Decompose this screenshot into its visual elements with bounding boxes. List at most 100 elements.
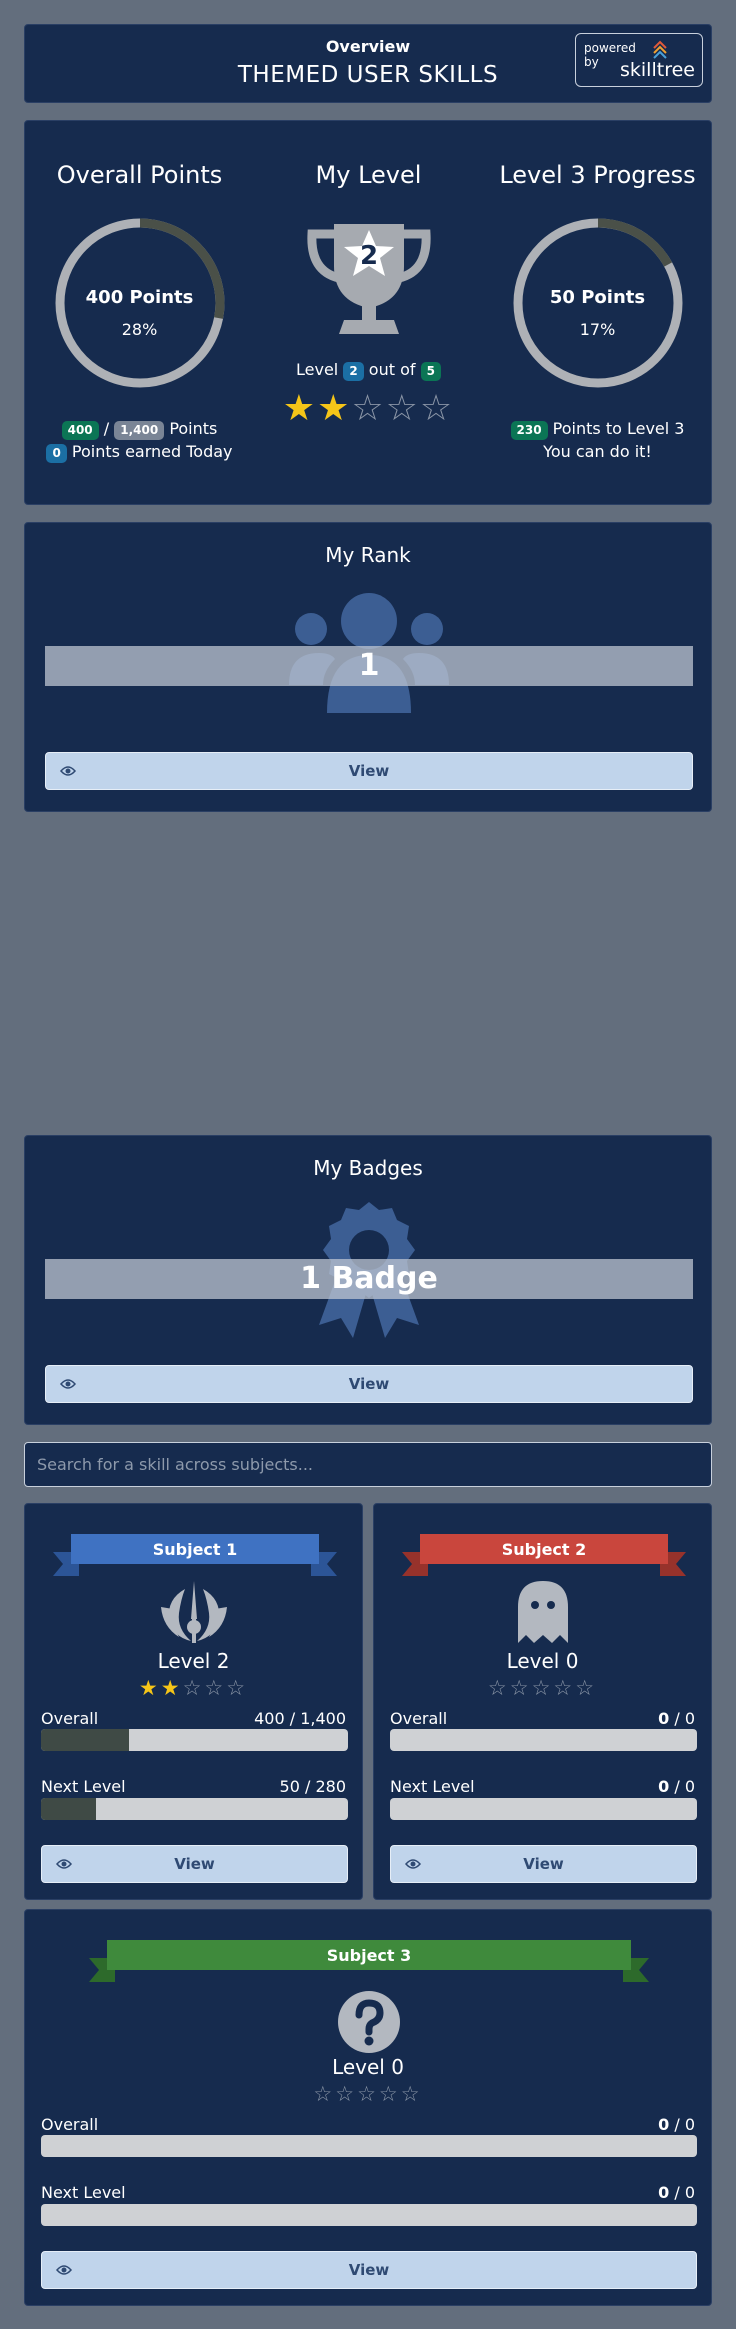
today-badge: 0 [46,444,67,463]
next-level-label: Next Level [390,1777,475,1796]
skilltree-brand: skilltree [620,59,695,81]
rank-strip: 1 [45,646,693,686]
view-subject-label: View [523,1855,564,1873]
skill-search-input[interactable] [24,1442,712,1487]
next-level-progress-bar [41,2204,697,2226]
overall-progress-fill [41,1729,129,1751]
subject-level: Level 0 [332,2055,404,2079]
level-progress-percent: 17% [579,320,616,339]
level-progress-value: 50 Points [549,287,646,308]
next-level-progress-fill [41,1798,97,1820]
view-badges-label: View [348,1375,390,1393]
points-today: 0 Points earned Today [25,442,254,463]
view-badges-button[interactable]: View [45,1365,693,1403]
header-card: Overview THEMED USER SKILLS powered by s… [24,24,712,103]
eye-icon [60,1379,76,1389]
eye-icon [56,2265,72,2275]
total-badge: 1,400 [114,421,165,440]
today-text: Points earned Today [71,442,233,461]
eye-icon [405,1859,421,1869]
star-empty-icon: ☆ [335,2082,358,2106]
badge-strip: 1 Badge [45,1259,693,1299]
overall-value: 400 / 1,400 [254,1709,346,1728]
overall-progress-bar [390,1729,697,1751]
view-subject-button[interactable]: View [41,1845,348,1883]
overall-value-total: / 0 [669,1709,695,1728]
subject-level: Level 2 [157,1649,230,1673]
subject-stars: ☆☆☆☆☆ [374,1676,711,1700]
star-filled-icon: ★ [317,388,352,429]
star-empty-icon: ☆ [487,1676,510,1700]
eye-icon [60,766,76,776]
remaining-text: Points to Level 3 [552,419,685,438]
powered-by-badge[interactable]: powered by skilltree [575,33,703,87]
star-empty-icon: ☆ [182,1676,205,1700]
subject-name: Subject 2 [502,1540,587,1559]
overall-points-summary: 400 / 1,400 Points [25,419,254,440]
encouragement-text: You can do it! [543,442,652,461]
view-rank-label: View [348,762,390,780]
view-subject-label: View [348,2261,390,2279]
next-value-total: / 0 [669,2183,695,2202]
view-subject-button[interactable]: View [390,1845,697,1883]
overall-points-percent: 28% [121,320,158,339]
star-filled-icon: ★ [282,388,318,429]
points-separator: / [103,419,110,438]
remaining-badge: 230 [510,421,548,440]
badge-count: 1 Badge [300,1261,438,1296]
star-empty-icon: ☆ [226,1676,249,1700]
star-empty-icon: ☆ [531,1676,554,1700]
next-level-value: 0 / 0 [658,2183,695,2202]
next-level-value: 0 / 0 [658,1777,695,1796]
subject-card-1[interactable]: Subject 1 Level 2 ★★☆☆☆ Overall 400 / 1,… [24,1503,363,1900]
overall-progress-bar [41,1729,348,1751]
star-empty-icon: ☆ [575,1676,598,1700]
next-level-progress-bar [390,1798,697,1820]
star-empty-icon: ☆ [313,2082,336,2106]
overall-label: Overall [390,1709,448,1728]
next-level-progress-bar [41,1798,348,1820]
points-to-next-level: 230 Points to Level 3 [483,419,712,440]
question-icon [338,1991,400,2053]
star-empty-icon: ☆ [204,1676,227,1700]
max-level-badge: 5 [420,362,441,381]
overall-points-panel: Overall Points 400 Points 28% 400 / 1,40… [25,121,254,504]
level-progress-title: Level 3 Progress [499,161,696,189]
next-level-label: Next Level [41,1777,126,1796]
view-subject-button[interactable]: View [41,2251,697,2289]
next-value-earned: 0 [658,1777,670,1796]
my-badges-title: My Badges [313,1156,423,1180]
level-summary: Level 2 out of 5 [254,360,483,381]
subject-card-2[interactable]: Subject 2 Level 0 ☆☆☆☆☆ Overall 0 / 0 Ne… [373,1503,712,1900]
summary-card: Overall Points 400 Points 28% 400 / 1,40… [24,120,712,505]
subject-stars: ☆☆☆☆☆ [25,2082,711,2106]
overall-progress-bar [41,2135,697,2157]
overall-points-value: 400 Points [85,287,194,308]
star-empty-icon: ☆ [385,388,420,429]
star-empty-icon: ☆ [509,1676,532,1700]
level-stars: ★★☆☆☆ [254,389,483,429]
star-empty-icon: ☆ [378,2082,401,2106]
my-rank-title: My Rank [325,543,411,567]
star-filled-icon: ★ [138,1676,161,1700]
level-badge: 2 [343,362,364,381]
view-rank-button[interactable]: View [45,752,693,790]
star-empty-icon: ☆ [419,388,455,429]
subject-level: Level 0 [506,1649,579,1673]
rank-value: 1 [358,648,380,683]
jedi-icon [161,1581,227,1643]
overall-value-earned: 0 [658,1709,670,1728]
subject-ribbon: Subject 1 [53,1534,337,1576]
overall-value: 0 / 0 [658,1709,695,1728]
overall-label: Overall [41,2115,99,2134]
subject-ribbon: Subject 2 [402,1534,686,1576]
overall-points-title: Overall Points [56,161,223,189]
my-level-panel: My Level 2 Level 2 out of 5 ★★☆☆☆ [254,121,483,504]
my-rank-card[interactable]: My Rank 1 View [24,522,712,812]
ghost-icon [518,1581,568,1643]
star-empty-icon: ☆ [553,1676,576,1700]
overall-label: Overall [41,1709,99,1728]
my-badges-card[interactable]: My Badges 1 Badge View [24,1135,712,1425]
subject-card-3[interactable]: Subject 3 Level 0 ☆☆☆☆☆ Overall 0 / 0 Ne… [24,1909,712,2306]
eye-icon [56,1859,72,1869]
